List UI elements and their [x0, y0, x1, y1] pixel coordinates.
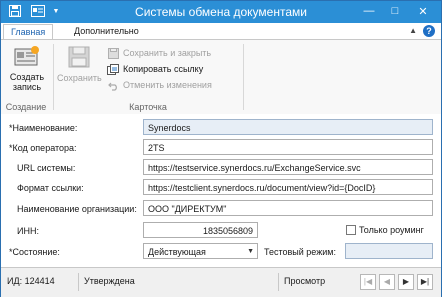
close-button[interactable]: ✕ [411, 1, 435, 21]
title-bar: ▼ Системы обмена документами — □ ✕ [1, 1, 441, 23]
nav-prev-button[interactable]: ◀ [379, 274, 395, 290]
help-icon[interactable]: ? [423, 25, 435, 37]
undo-label: Отменить изменения [123, 80, 212, 90]
status-divider [78, 273, 79, 291]
save-close-icon [107, 47, 119, 59]
save-button[interactable]: Сохранить [57, 44, 102, 83]
group-label-create: Создание [5, 102, 47, 112]
new-record-icon [11, 44, 43, 70]
name-label: *Наименование: [9, 123, 78, 133]
org-name-label: Наименование организации: [17, 204, 137, 214]
save-close-button[interactable]: Сохранить и закрыть [107, 46, 211, 60]
operator-code-field[interactable]: 2TS [143, 139, 433, 155]
url-field[interactable]: https://testservice.synerdocs.ru/Exchang… [143, 159, 433, 175]
tab-home[interactable]: Главная [3, 24, 54, 40]
url-label: URL системы: [17, 163, 76, 173]
ribbon-group-create: Создать запись Создание [1, 40, 51, 114]
save-label: Сохранить [57, 73, 102, 83]
operator-code-label: *Код оператора: [9, 143, 77, 153]
status-bar: ИД: 124414 Утверждена Просмотр |◀ ◀ ▶ ▶| [1, 267, 441, 297]
ribbon-divider [243, 44, 244, 110]
copy-link-button[interactable]: Копировать ссылку [107, 62, 203, 76]
test-mode-field[interactable] [345, 243, 433, 259]
inn-field[interactable]: 1835056809 [143, 222, 258, 238]
roaming-only-checkbox[interactable] [346, 225, 356, 235]
collapse-ribbon-icon[interactable]: ▲ [409, 26, 417, 35]
tab-additional[interactable]: Дополнительно [67, 24, 146, 39]
name-field[interactable]: Synerdocs [143, 119, 433, 135]
ribbon-group-card: Сохранить Сохранить и закрыть Копировать… [55, 40, 241, 114]
roaming-only-label: Только роуминг [359, 225, 424, 235]
card-small-buttons: Сохранить и закрыть Копировать ссылку От… [107, 46, 241, 96]
create-record-button[interactable]: Создать запись [5, 44, 49, 92]
create-record-label-2: запись [12, 82, 42, 92]
chevron-down-icon: ▼ [247, 248, 254, 255]
state-label: *Состояние: [9, 247, 60, 257]
undo-changes-button[interactable]: Отменить изменения [107, 78, 212, 92]
group-label-card: Карточка [129, 102, 167, 112]
link-format-field[interactable]: https://testclient.synerdocs.ru/document… [143, 179, 433, 195]
state-select-value: Действующая [148, 247, 206, 257]
copy-link-label: Копировать ссылку [123, 64, 204, 74]
record-form: *Наименование: Synerdocs *Код оператора:… [1, 114, 441, 265]
maximize-button[interactable]: □ [383, 1, 407, 21]
record-id: ИД: 124414 [7, 276, 55, 286]
save-close-label: Сохранить и закрыть [123, 48, 212, 58]
ribbon-tabs: Главная Дополнительно ▲ ? [1, 23, 441, 40]
create-record-label-1: Создать [9, 72, 45, 82]
state-select[interactable]: Действующая ▼ [143, 243, 258, 259]
nav-first-button[interactable]: |◀ [360, 274, 376, 290]
status-divider [278, 273, 279, 291]
ribbon: Создать запись Создание Сохранить Сохран… [1, 39, 441, 115]
approval-status: Утверждена [84, 276, 135, 286]
nav-last-button[interactable]: ▶| [417, 274, 433, 290]
test-mode-label: Тестовый режим: [264, 247, 336, 257]
ribbon-divider [53, 44, 54, 110]
app-window: ▼ Системы обмена документами — □ ✕ Главн… [0, 0, 442, 297]
inn-label: ИНН: [17, 226, 39, 236]
link-format-label: Формат ссылки: [17, 183, 84, 193]
minimize-button[interactable]: — [357, 1, 381, 21]
copy-link-icon [107, 63, 119, 75]
view-mode: Просмотр [284, 276, 326, 286]
undo-icon [107, 79, 119, 91]
nav-next-button[interactable]: ▶ [398, 274, 414, 290]
org-name-field[interactable]: ООО "ДИРЕКТУМ" [143, 200, 433, 216]
save-icon [63, 44, 95, 70]
